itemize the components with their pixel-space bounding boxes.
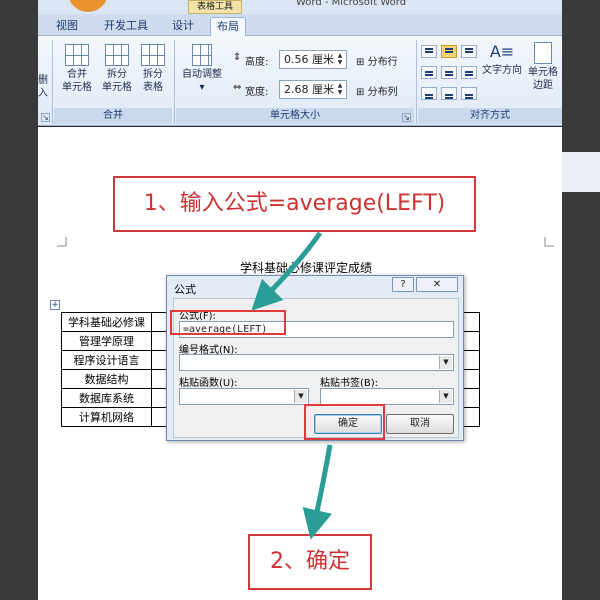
arrow-to-formula-icon	[251, 231, 323, 311]
arrow-to-ok-icon	[302, 444, 333, 540]
annotation-arrows	[251, 231, 333, 540]
